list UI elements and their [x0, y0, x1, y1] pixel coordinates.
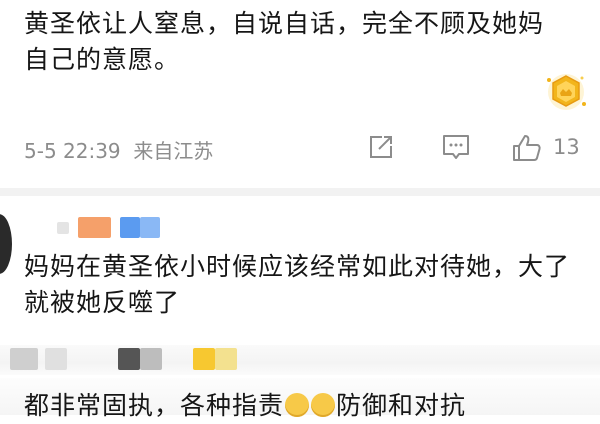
avatar[interactable]: [0, 214, 12, 274]
redacted-block: [193, 348, 215, 370]
comment-1-meta: 5-5 22:39 来自江苏 13: [24, 133, 584, 163]
redacted-block: [140, 348, 162, 370]
thumbs-up-icon[interactable]: [511, 133, 543, 163]
comment-icon[interactable]: [441, 133, 471, 161]
redacted-username-block: [120, 217, 140, 238]
grin-sweat-emoji-icon: [285, 393, 310, 417]
grin-sweat-emoji-icon: [311, 393, 336, 417]
comment-timestamp: 5-5 22:39 来自江苏: [24, 139, 214, 163]
gold-crown-badge-icon: [547, 74, 586, 110]
comment-1-text: 黄圣依让人窒息，自说自话，完全不顾及她妈自己的意愿。: [24, 9, 545, 74]
like-count: 13: [553, 135, 580, 159]
redacted-block: [45, 348, 67, 370]
section-divider: [0, 188, 600, 196]
redacted-username-block: [78, 217, 111, 238]
comment-2-text: 妈妈在黄圣依小时候应该经常如此对待她，大了就被她反噬了: [24, 252, 571, 317]
redacted-username-block: [140, 217, 160, 238]
redacted-username-block: [57, 222, 69, 234]
redacted-block: [10, 348, 38, 370]
redacted-block: [118, 348, 140, 370]
redacted-block: [215, 348, 237, 370]
share-icon[interactable]: [367, 133, 395, 161]
blurred-reply-row: [0, 345, 600, 375]
comment-3-text: 都非常固执，各种指责 防御和对抗: [24, 391, 467, 420]
